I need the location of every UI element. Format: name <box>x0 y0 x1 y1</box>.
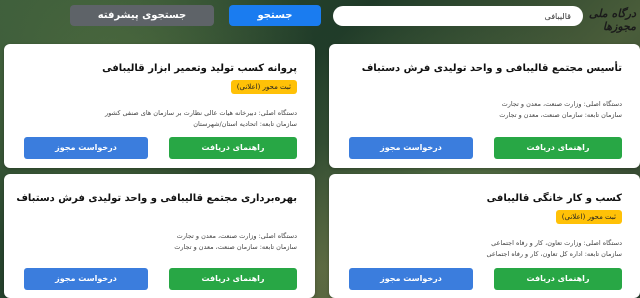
card-affiliate: سازمان تابعه: اتحادیه استان/شهرستان <box>193 120 297 128</box>
license-card: تأسیس مجتمع قالیبافی و واحد تولیدی فرش د… <box>329 44 640 168</box>
license-card: کسب و کار خانگی قالیبافی ثبت محور (اعلان… <box>329 174 640 298</box>
site-logo[interactable]: درگاه ملی مجوزها <box>588 7 636 33</box>
guide-button[interactable]: راهنمای دریافت <box>169 137 297 159</box>
card-origin: دستگاه اصلی: وزارت صنعت، معدن و تجارت <box>501 100 622 108</box>
card-title[interactable]: بهره‌برداری مجتمع قالیبافی و واحد تولیدی… <box>16 193 297 204</box>
status-badge: ثبت محور (اعلانی) <box>230 80 297 94</box>
top-bar: درگاه ملی مجوزها جستجو جستجوی پیشرفته <box>0 0 640 36</box>
card-origin: دستگاه اصلی: دبیرخانه هیات عالی نظارت بر… <box>105 109 297 117</box>
guide-button[interactable]: راهنمای دریافت <box>494 137 622 159</box>
request-license-button[interactable]: درخواست مجوز <box>24 137 148 159</box>
advanced-search-button[interactable]: جستجوی پیشرفته <box>70 5 214 26</box>
card-origin: دستگاه اصلی: وزارت تعاون، کار و رفاه اجت… <box>491 239 622 247</box>
status-badge: ثبت محور (اعلانی) <box>555 210 622 224</box>
guide-button[interactable]: راهنمای دریافت <box>494 268 622 290</box>
license-card: بهره‌برداری مجتمع قالیبافی و واحد تولیدی… <box>4 174 315 298</box>
guide-button[interactable]: راهنمای دریافت <box>169 268 297 290</box>
card-title[interactable]: پروانه کسب تولید وتعمیر ابزار قالیبافی <box>102 63 297 74</box>
request-license-button[interactable]: درخواست مجوز <box>24 268 148 290</box>
card-affiliate: سازمان تابعه: اداره کل تعاون، کار و رفاه… <box>486 250 622 258</box>
request-license-button[interactable]: درخواست مجوز <box>349 268 473 290</box>
card-affiliate: سازمان تابعه: سازمان صنعت، معدن و تجارت <box>499 111 622 119</box>
card-affiliate: سازمان تابعه: سازمان صنعت، معدن و تجارت <box>174 243 297 251</box>
search-input[interactable] <box>333 6 583 26</box>
license-card: پروانه کسب تولید وتعمیر ابزار قالیبافی ث… <box>4 44 315 168</box>
search-button[interactable]: جستجو <box>229 5 321 26</box>
card-title[interactable]: کسب و کار خانگی قالیبافی <box>487 193 622 204</box>
request-license-button[interactable]: درخواست مجوز <box>349 137 473 159</box>
card-title[interactable]: تأسیس مجتمع قالیبافی و واحد تولیدی فرش د… <box>362 63 622 74</box>
card-origin: دستگاه اصلی: وزارت صنعت، معدن و تجارت <box>176 232 297 240</box>
